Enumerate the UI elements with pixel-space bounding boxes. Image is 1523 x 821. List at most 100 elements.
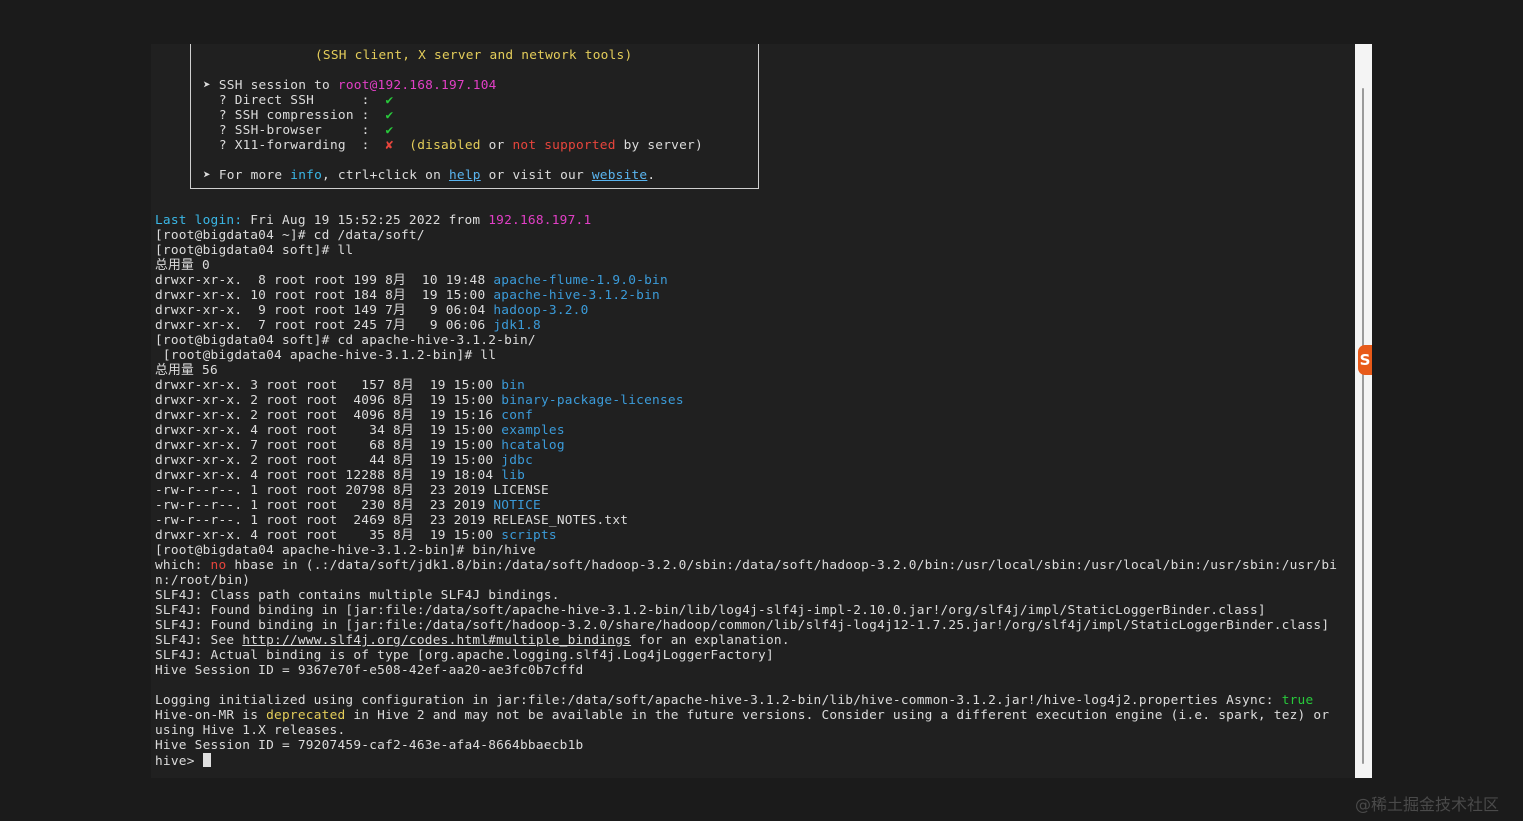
listing-meta: drwxr-xr-x. 9 root root 149 7月 9 06:04 [155,303,494,318]
slf4j-line: SLF4J: Actual binding is of type [org.ap… [155,648,774,663]
x11-not-supported: not supported [512,138,616,153]
desktop-background: (SSH client, X server and network tools)… [0,0,1523,821]
more-mid2: or visit our [480,168,592,183]
total-line: 总用量 0 [155,258,210,273]
listing-meta: drwxr-xr-x. 7 root root 245 7月 9 06:06 [155,318,494,333]
listing-dir-name: jdk1.8 [493,318,541,333]
listing-dir-name: apache-flume-1.9.0-bin [493,273,668,288]
total-line: 总用量 56 [155,363,218,378]
which-line: which: no hbase in (.:/data/soft/jdk1.8/… [155,558,1337,573]
listing-dir-name: apache-hive-3.1.2-bin [493,288,660,303]
side-widget-logo[interactable]: S [1358,345,1372,375]
hive-session-id: Hive Session ID = 9367e70f-e508-42ef-aa2… [155,663,584,678]
info-link[interactable]: info [290,168,322,183]
listing-dir-name: conf [501,408,534,423]
listing-row: drwxr-xr-x. 7 root root 245 7月 9 06:06 j… [155,318,541,333]
listing-meta: drwxr-xr-x. 7 root root 68 8月 19 15:00 [155,438,502,453]
listing-row: drwxr-xr-x. 7 root root 68 8月 19 15:00 h… [155,438,565,453]
hive-prompt-line[interactable]: hive> [155,753,211,769]
listing-file-name: LICENSE [493,483,549,498]
listing-dir-name: scripts [501,528,557,543]
slf4j-line: SLF4J: Found binding in [jar:file:/data/… [155,618,1330,633]
listing-dir-name: lib [501,468,526,483]
x11-open: ( [393,138,418,153]
banner-feature-ssh-compression: ? SSH compression : ✔ [203,108,393,123]
listing-meta: drwxr-xr-x. 4 root root 12288 8月 19 18:0… [155,468,502,483]
listing-row: drwxr-xr-x. 4 root root 12288 8月 19 18:0… [155,468,525,483]
slf4j-see: SLF4J: See [155,633,243,648]
website-link[interactable]: website [592,168,648,183]
listing-row: -rw-r--r--. 1 root root 20798 8月 23 2019… [155,483,549,498]
listing-meta: drwxr-xr-x. 10 root root 184 8月 19 15:00 [155,288,494,303]
listing-dir-name: bin [501,378,526,393]
command-line: [root@bigdata04 soft]# ll [155,243,354,258]
listing-meta: drwxr-xr-x. 2 root root 4096 8月 19 15:16 [155,408,502,423]
logging-line: Logging initialized using configuration … [155,693,1313,708]
listing-meta: -rw-r--r--. 1 root root 2469 8月 23 2019 [155,513,494,528]
banner-session-line: ➤ SSH session to root@192.168.197.104 [203,78,497,93]
feature-label: ? SSH compression : [203,108,386,123]
more-mid: , ctrl+click on [322,168,449,183]
slf4j-explanation: for an explanation. [631,633,790,648]
which-line-cont: n:/root/bin) [155,573,251,588]
feature-label: ? SSH-browser : [203,123,386,138]
listing-meta: drwxr-xr-x. 4 root root 34 8月 19 15:00 [155,423,502,438]
listing-row: drwxr-xr-x. 9 root root 149 7月 9 06:04 h… [155,303,589,318]
help-link[interactable]: help [449,168,481,183]
hive-session-id: Hive Session ID = 79207459-caf2-463e-afa… [155,738,584,753]
logging-text: Logging initialized using configuration … [155,693,1282,708]
more-end: . [647,168,656,183]
listing-row: -rw-r--r--. 1 root root 2469 8月 23 2019 … [155,513,628,528]
x11-or: or [480,138,513,153]
command-line: [root@bigdata04 apache-hive-3.1.2-bin]# … [155,348,497,363]
hive-prompt: hive> [155,754,203,769]
last-login-line: Last login: Fri Aug 19 15:52:25 2022 fro… [155,213,591,228]
hive-mr-text: in Hive 2 and may not be available in th… [345,708,1330,723]
last-login-ip: 192.168.197.1 [488,213,592,228]
vertical-scrollbar[interactable] [1355,44,1372,778]
slf4j-line: SLF4J: Found binding in [jar:file:/data/… [155,603,1266,618]
deprecated-word: deprecated [266,708,346,723]
listing-file-name: NOTICE [493,498,541,513]
slf4j-link[interactable]: http://www.slf4j.org/codes.html#multiple… [242,633,631,648]
banner-feature-direct-ssh: ? Direct SSH : ✔ [203,93,393,108]
slf4j-line: SLF4J: Class path contains multiple SLF4… [155,588,560,603]
command-line: [root@bigdata04 ~]# cd /data/soft/ [155,228,425,243]
hive-mr-prefix: Hive-on-MR is [155,708,267,723]
listing-row: drwxr-xr-x. 3 root root 157 8月 19 15:00 … [155,378,525,393]
which-prefix: which: [155,558,211,573]
feature-label: ? X11-forwarding : [203,138,386,153]
last-login-text: Fri Aug 19 15:52:25 2022 from [242,213,489,228]
session-host: root@192.168.197.104 [337,78,497,93]
listing-dir-name: jdbc [501,453,534,468]
listing-row: drwxr-xr-x. 4 root root 35 8月 19 15:00 s… [155,528,557,543]
banner-more-info-line: ➤ For more info, ctrl+click on help or v… [203,168,655,183]
text-cursor [202,753,211,767]
scrollbar-thumb[interactable] [1362,88,1364,764]
listing-meta: drwxr-xr-x. 2 root root 44 8月 19 15:00 [155,453,502,468]
terminal-window[interactable]: (SSH client, X server and network tools)… [151,44,1355,778]
hive-mr-warning-cont: using Hive 1.X releases. [155,723,346,738]
listing-row: -rw-r--r--. 1 root root 230 8月 23 2019 N… [155,498,541,513]
watermark: @稀土掘金技术社区 [1355,795,1500,814]
banner-tools-line: (SSH client, X server and network tools) [315,48,633,63]
check-icon: ✔ [385,123,394,138]
banner-feature-ssh-browser: ? SSH-browser : ✔ [203,123,393,138]
listing-dir-name: hadoop-3.2.0 [493,303,589,318]
listing-row: drwxr-xr-x. 8 root root 199 8月 10 19:48 … [155,273,668,288]
feature-label: ? Direct SSH : [203,93,386,108]
check-icon: ✔ [385,93,394,108]
listing-row: drwxr-xr-x. 10 root root 184 8月 19 15:00… [155,288,660,303]
listing-dir-name: hcatalog [501,438,565,453]
listing-dir-name: examples [501,423,565,438]
logging-async-value: true [1281,693,1314,708]
banner-feature-x11-forwarding: ? X11-forwarding : ✘ (disabled or not su… [203,138,703,153]
more-prefix: ➤ For more [203,168,291,183]
command-line: [root@bigdata04 apache-hive-3.1.2-bin]# … [155,543,536,558]
listing-meta: drwxr-xr-x. 8 root root 199 8月 10 19:48 [155,273,494,288]
hive-mr-warning: Hive-on-MR is deprecated in Hive 2 and m… [155,708,1329,723]
listing-row: drwxr-xr-x. 2 root root 44 8月 19 15:00 j… [155,453,533,468]
listing-row: drwxr-xr-x. 2 root root 4096 8月 19 15:00… [155,393,684,408]
listing-row: drwxr-xr-x. 2 root root 4096 8月 19 15:16… [155,408,533,423]
listing-meta: drwxr-xr-x. 3 root root 157 8月 19 15:00 [155,378,502,393]
